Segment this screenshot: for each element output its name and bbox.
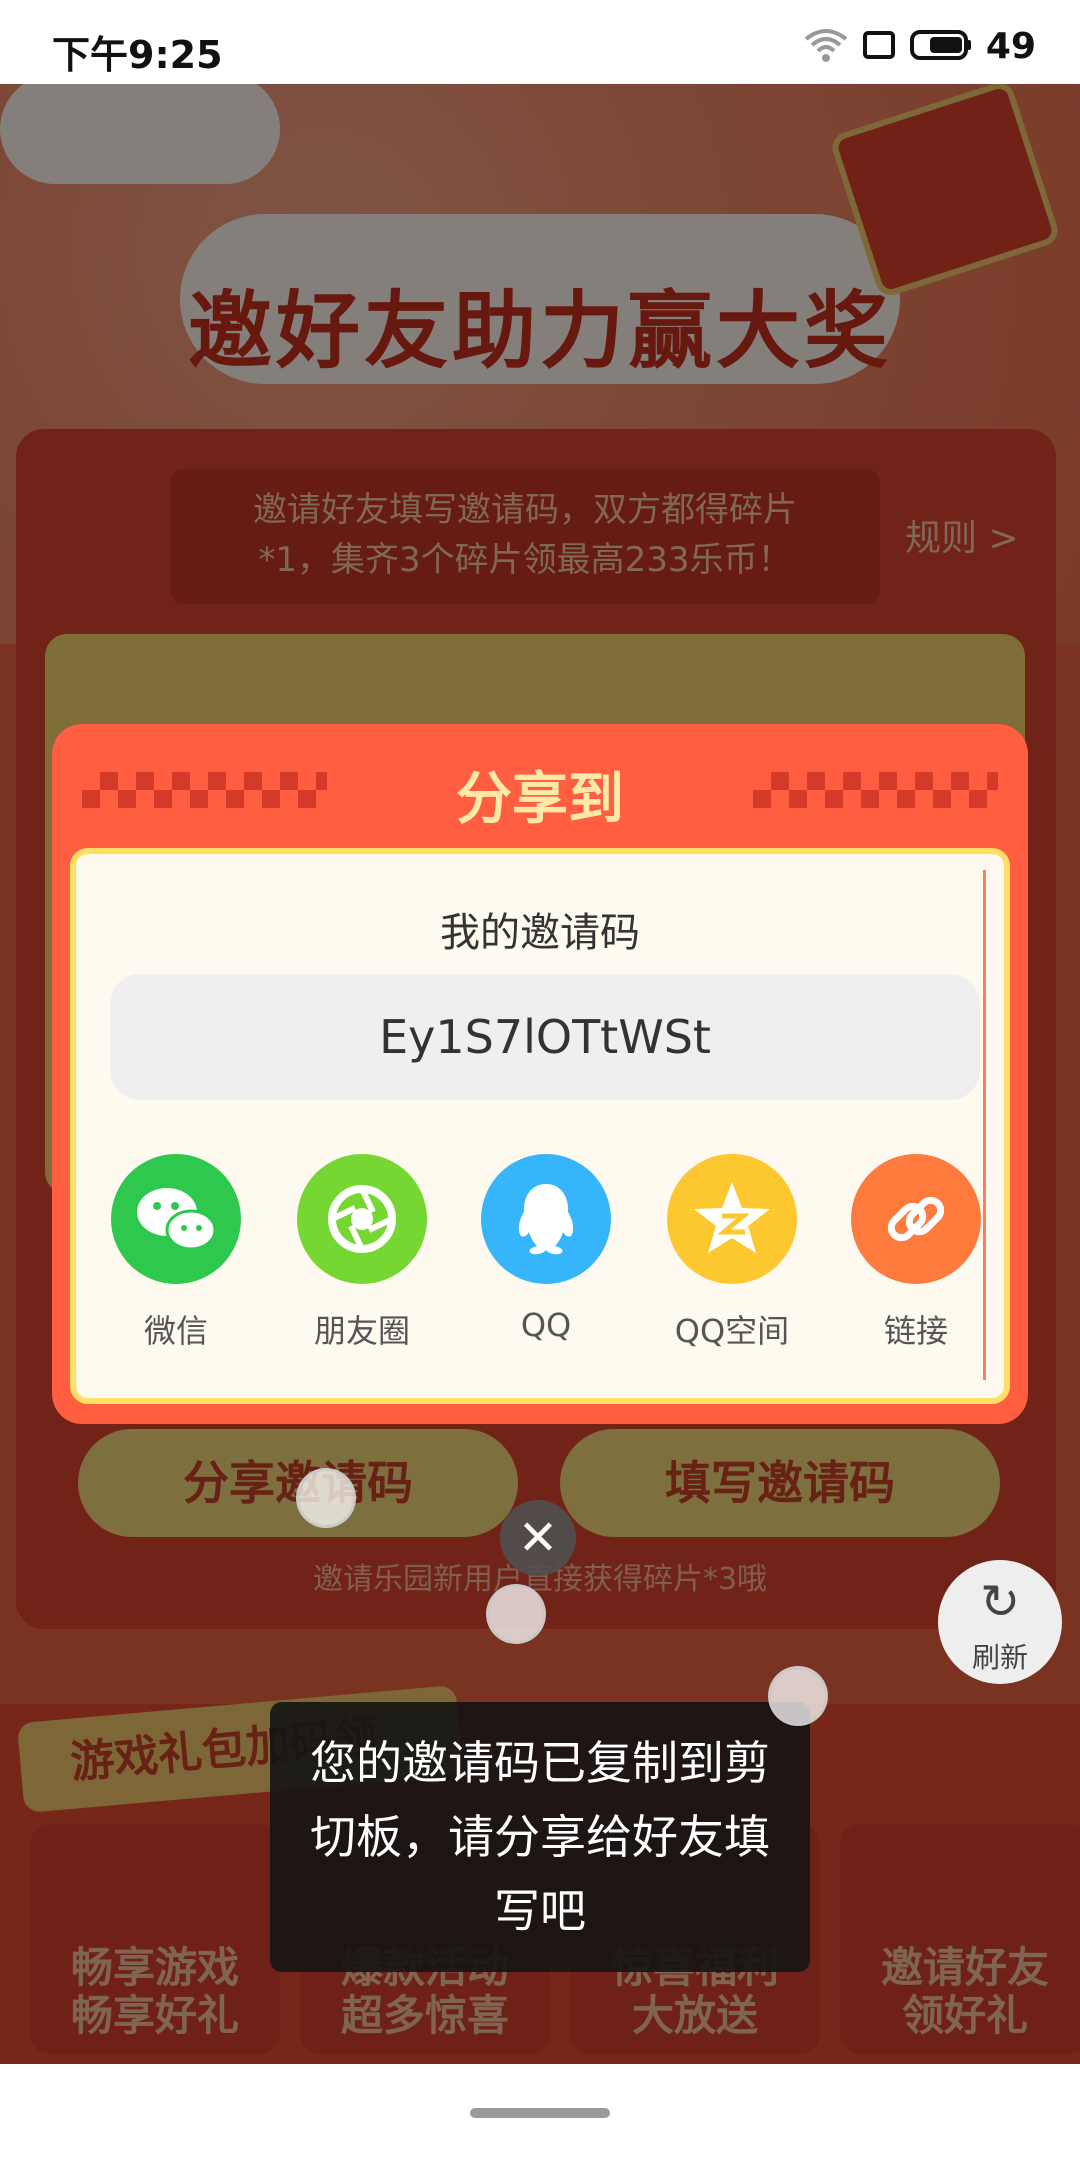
refresh-label: 刷新 [971,1641,1028,1674]
qq-icon [481,1154,611,1284]
copied-toast: 您的邀请码已复制到剪切板，请分享给好友填写吧 [270,1702,810,1972]
touch-indicator [296,1468,356,1528]
share-label: 朋友圈 [313,1312,410,1350]
moments-icon [297,1154,427,1284]
dialog-body: 我的邀请码 Ey1S7lOTtWSt 微信 朋友圈 QQ QQ空间 链接 [70,848,1010,1404]
share-label: QQ [520,1306,572,1344]
dialog-title: 分享到 [456,767,624,832]
refresh-icon: ↻ [979,1574,1021,1630]
share-qzone-button[interactable]: QQ空间 [662,1154,802,1352]
share-qq-button[interactable]: QQ [476,1154,616,1344]
home-indicator[interactable] [470,2108,610,2118]
share-wechat-button[interactable]: 微信 [106,1154,246,1352]
touch-indicator [768,1666,828,1726]
qzone-icon [667,1154,797,1284]
refresh-button[interactable]: ↻ 刷新 [938,1560,1062,1684]
share-label: 微信 [143,1312,208,1350]
share-moments-button[interactable]: 朋友圈 [292,1154,432,1352]
invite-code-value[interactable]: Ey1S7lOTtWSt [110,974,980,1100]
status-bar: 下午9:25 49 [0,0,1080,84]
battery-level: 49 [985,26,1036,67]
share-label: 链接 [883,1312,948,1350]
screen-icon [862,30,896,64]
status-time: 下午9:25 [52,33,223,77]
status-icons: 49 [804,26,1036,67]
link-icon [851,1154,981,1284]
wechat-icon [111,1154,241,1284]
battery-icon [909,29,972,64]
share-dialog: 分享到 我的邀请码 Ey1S7lOTtWSt 微信 朋友圈 QQ QQ空间 链接 [52,724,1028,1424]
share-targets: 微信 朋友圈 QQ QQ空间 链接 [76,1154,1004,1374]
invite-code-label: 我的邀请码 [440,910,640,956]
close-icon[interactable]: ✕ [500,1500,576,1576]
touch-indicator [486,1584,546,1644]
share-link-button[interactable]: 链接 [846,1154,986,1352]
navigation-bar [0,2064,1080,2160]
share-label: QQ空间 [674,1312,790,1350]
wifi-icon [804,27,848,67]
